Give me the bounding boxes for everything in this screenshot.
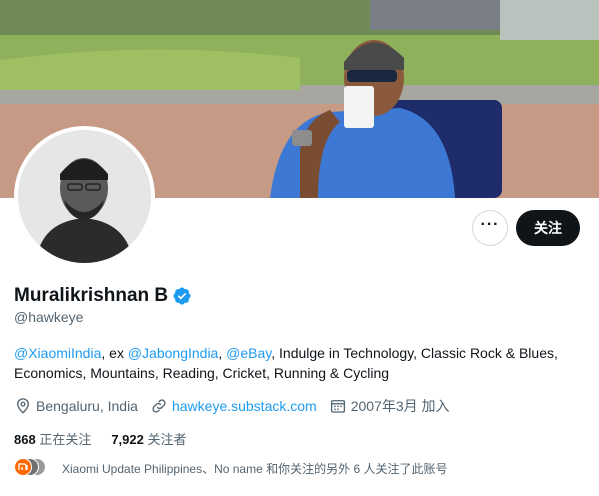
link-icon [152,399,166,413]
more-options-button[interactable]: ··· [472,210,508,246]
following-count-link[interactable]: 868 正在关注 [14,429,91,448]
joined-date: 2007年3月 加入 [350,398,450,414]
location-text: Bengaluru, India [36,398,138,414]
bio-mention-jabongindia[interactable]: @JabongIndia [128,345,219,361]
location-item: Bengaluru, India [14,397,138,415]
website-item[interactable]: hawkeye.substack.com [150,397,317,415]
verified-badge-icon[interactable] [172,286,192,306]
followed-by-row[interactable]: Xiaomi Update Philippines、No name 和你关注的另… [14,458,447,478]
bio-mention-ebay[interactable]: @eBay [226,345,271,361]
joined-item: 2007年3月 加入 [329,396,450,416]
location-pin-icon [17,398,29,414]
following-count: 868 [14,432,36,447]
profile-bio: @XiaomiIndia, ex @JabongIndia, @eBay, In… [14,343,574,383]
website-link[interactable]: hawkeye.substack.com [172,398,317,414]
followers-label: 关注者 [143,432,187,447]
avatar-photo [18,130,151,263]
follow-stats: 868 正在关注 7,922 关注者 [14,429,207,448]
bio-text: , ex [101,345,128,361]
xiaomi-avatar [14,458,32,476]
profile-avatar[interactable] [14,126,155,267]
bio-text: , [218,345,227,361]
followed-by-text: Xiaomi Update Philippines、No name 和你关注的另… [62,461,448,476]
follow-button[interactable]: 关注 [516,210,580,246]
followers-you-know-avatars [14,458,54,478]
user-handle: @hawkeye [14,309,84,325]
bio-mention-xiaomiindia[interactable]: @XiaomiIndia [14,345,101,361]
calendar-icon [330,400,345,413]
profile-meta: Bengaluru, India hawkeye.substack.com 20… [14,396,462,416]
more-horizontal-icon: ··· [480,216,500,233]
following-label: 正在关注 [35,432,92,447]
followers-count-link[interactable]: 7,922 关注者 [111,429,186,448]
followers-count: 7,922 [111,432,144,447]
display-name: Muralikrishnan B [14,285,169,306]
name-row: Muralikrishnan B [14,285,192,307]
